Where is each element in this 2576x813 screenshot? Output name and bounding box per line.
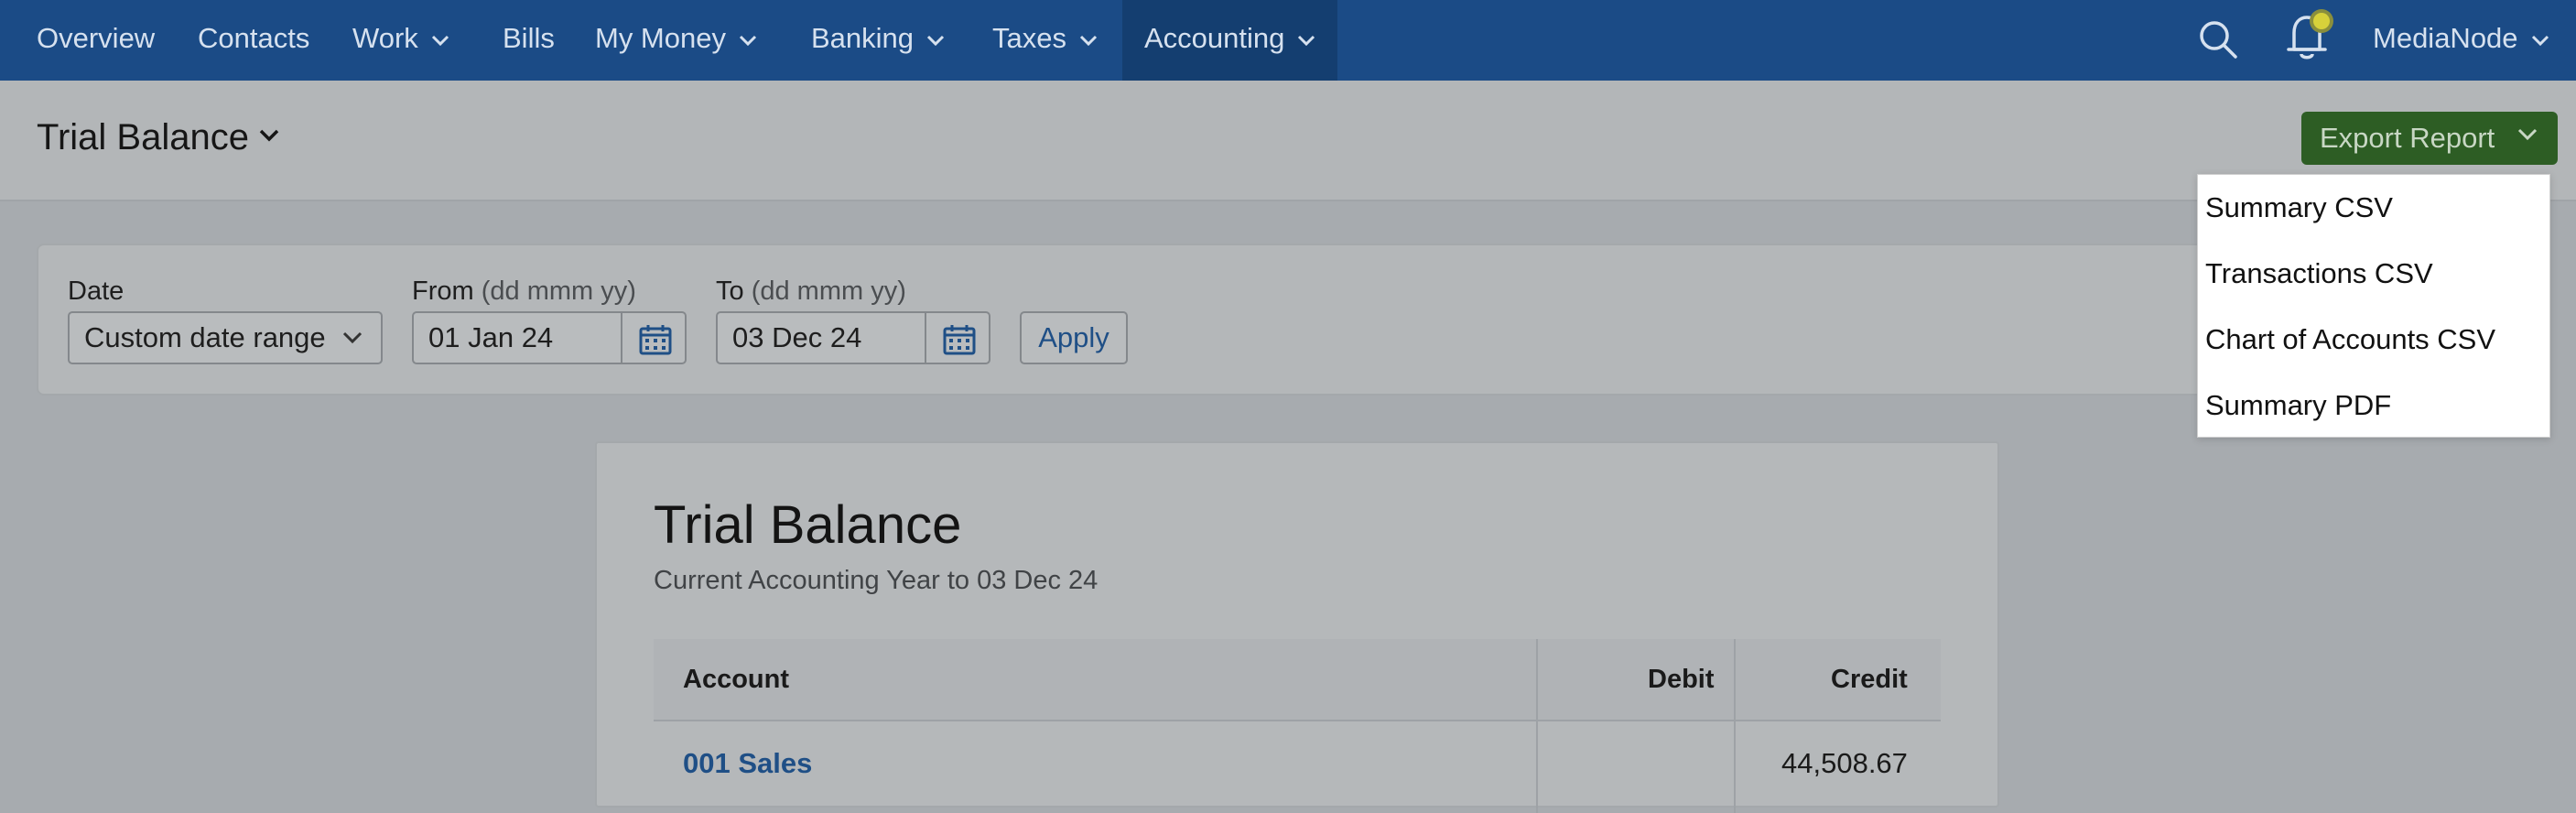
nav-overview-label: Overview	[37, 22, 156, 54]
chevron-down-icon	[926, 35, 945, 46]
apply-button[interactable]: Apply	[1020, 311, 1128, 364]
nav-my-money[interactable]: My Money	[595, 0, 757, 81]
chevron-down-icon	[1298, 35, 1315, 46]
credit-cell: 44,508.67	[1781, 747, 1908, 779]
to-date-value: 03 Dec 24	[732, 321, 862, 353]
chevron-down-icon	[2531, 35, 2549, 46]
export-dropdown-menu: Summary CSV Transactions CSV Chart of Ac…	[2197, 174, 2550, 438]
search-icon[interactable]	[2197, 18, 2239, 60]
nav-taxes[interactable]: Taxes	[992, 0, 1098, 81]
chevron-down-icon	[2517, 128, 2538, 141]
account-link[interactable]: 001 Sales	[683, 747, 812, 780]
chevron-down-icon[interactable]	[258, 128, 280, 143]
from-date-value: 01 Jan 24	[428, 321, 554, 353]
page-header	[0, 81, 2576, 201]
user-name: MediaNode	[2373, 22, 2518, 54]
date-range-select[interactable]: Custom date range	[68, 311, 383, 364]
menu-item-summary-csv[interactable]: Summary CSV	[2205, 191, 2393, 224]
chevron-down-icon	[342, 331, 363, 344]
nav-my-money-label: My Money	[595, 22, 726, 54]
nav-banking[interactable]: Banking	[811, 0, 945, 81]
nav-contacts-label: Contacts	[198, 22, 310, 54]
to-label-text: To	[716, 276, 744, 306]
from-date-input[interactable]: 01 Jan 24	[412, 311, 622, 364]
date-range-value: Custom date range	[84, 321, 326, 353]
nav-work-label: Work	[352, 22, 418, 54]
from-format-hint: (dd mmm yy)	[481, 276, 636, 306]
nav-bills-label: Bills	[503, 22, 555, 54]
menu-item-transactions-csv[interactable]: Transactions CSV	[2205, 257, 2433, 290]
nav-overview[interactable]: Overview	[37, 0, 155, 81]
to-date-input[interactable]: 03 Dec 24	[716, 311, 926, 364]
to-calendar-button[interactable]	[925, 311, 990, 364]
table-header	[654, 639, 1941, 721]
top-navigation: Overview Contacts Work Bills My Money Ba…	[0, 0, 2576, 81]
report-subtitle: Current Accounting Year to 03 Dec 24	[654, 566, 1099, 595]
column-divider	[1734, 639, 1736, 813]
from-label-text: From	[412, 276, 474, 306]
user-menu[interactable]: MediaNode	[2373, 0, 2549, 81]
chevron-down-icon	[739, 35, 757, 46]
report-title: Trial Balance	[654, 495, 962, 555]
nav-banking-label: Banking	[811, 22, 915, 54]
chevron-down-icon	[431, 35, 449, 46]
chevron-down-icon	[1079, 35, 1098, 46]
nav-bills[interactable]: Bills	[503, 0, 555, 81]
nav-accounting-label: Accounting	[1144, 22, 1285, 54]
menu-item-chart-of-accounts-csv[interactable]: Chart of Accounts CSV	[2205, 323, 2495, 356]
to-label: To (dd mmm yy)	[716, 276, 906, 307]
calendar-icon	[639, 325, 672, 355]
from-label: From (dd mmm yy)	[412, 276, 636, 307]
nav-accounting[interactable]: Accounting	[1122, 0, 1338, 81]
calendar-icon	[943, 325, 976, 355]
nav-work[interactable]: Work	[352, 0, 449, 81]
from-calendar-button[interactable]	[621, 311, 687, 364]
column-header-debit: Debit	[1648, 665, 1715, 694]
nav-contacts[interactable]: Contacts	[198, 0, 309, 81]
nav-taxes-label: Taxes	[992, 22, 1066, 54]
date-label: Date	[68, 276, 124, 306]
column-divider	[1536, 639, 1538, 813]
export-report-button[interactable]: Export Report	[2301, 112, 2558, 165]
column-header-credit: Credit	[1831, 665, 1908, 694]
to-format-hint: (dd mmm yy)	[751, 276, 906, 306]
export-report-label: Export Report	[2320, 122, 2495, 154]
menu-item-summary-pdf[interactable]: Summary PDF	[2205, 389, 2391, 422]
bell-icon[interactable]	[2283, 5, 2338, 62]
page-title[interactable]: Trial Balance	[37, 117, 249, 158]
column-header-account: Account	[683, 665, 789, 694]
